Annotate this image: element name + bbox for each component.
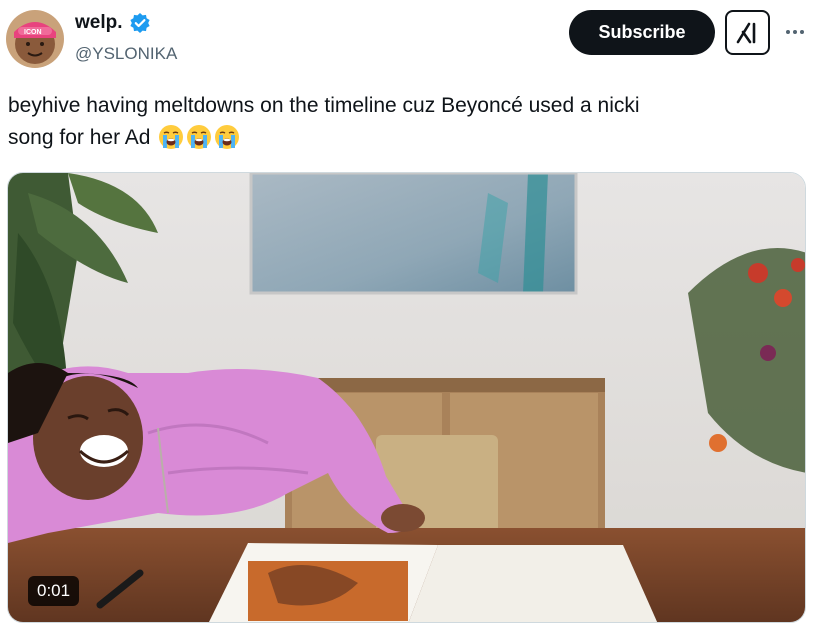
tweet-header: ICON welp. @YSLONIKA Subscribe: [0, 0, 822, 76]
user-handle[interactable]: @YSLONIKA: [75, 44, 177, 64]
more-dot: [800, 30, 804, 34]
video-frame: [8, 173, 805, 622]
loudly-crying-face-icon: [187, 125, 212, 149]
loudly-crying-face-icon: [159, 125, 184, 149]
subscribe-button[interactable]: Subscribe: [569, 10, 715, 55]
video-timestamp: 0:01: [28, 576, 80, 606]
avatar[interactable]: ICON: [6, 10, 64, 68]
more-dot: [786, 30, 790, 34]
grok-icon[interactable]: [725, 10, 770, 55]
svg-text:ICON: ICON: [24, 29, 42, 36]
loudly-crying-face-icon: [215, 125, 240, 149]
tweet-text: beyhive having meltdowns on the timeline…: [8, 90, 808, 154]
verified-badge-icon: [129, 13, 150, 33]
emoji-row: [156, 125, 240, 149]
display-name[interactable]: welp.: [75, 12, 123, 34]
more-dot: [793, 30, 797, 34]
video-player[interactable]: 0:01: [7, 172, 806, 623]
display-name-row[interactable]: welp.: [75, 12, 151, 34]
more-icon[interactable]: [780, 18, 810, 46]
tweet-text-line-1: beyhive having meltdowns on the timeline…: [8, 94, 640, 117]
tweet-text-line-2: song for her Ad: [8, 126, 151, 149]
